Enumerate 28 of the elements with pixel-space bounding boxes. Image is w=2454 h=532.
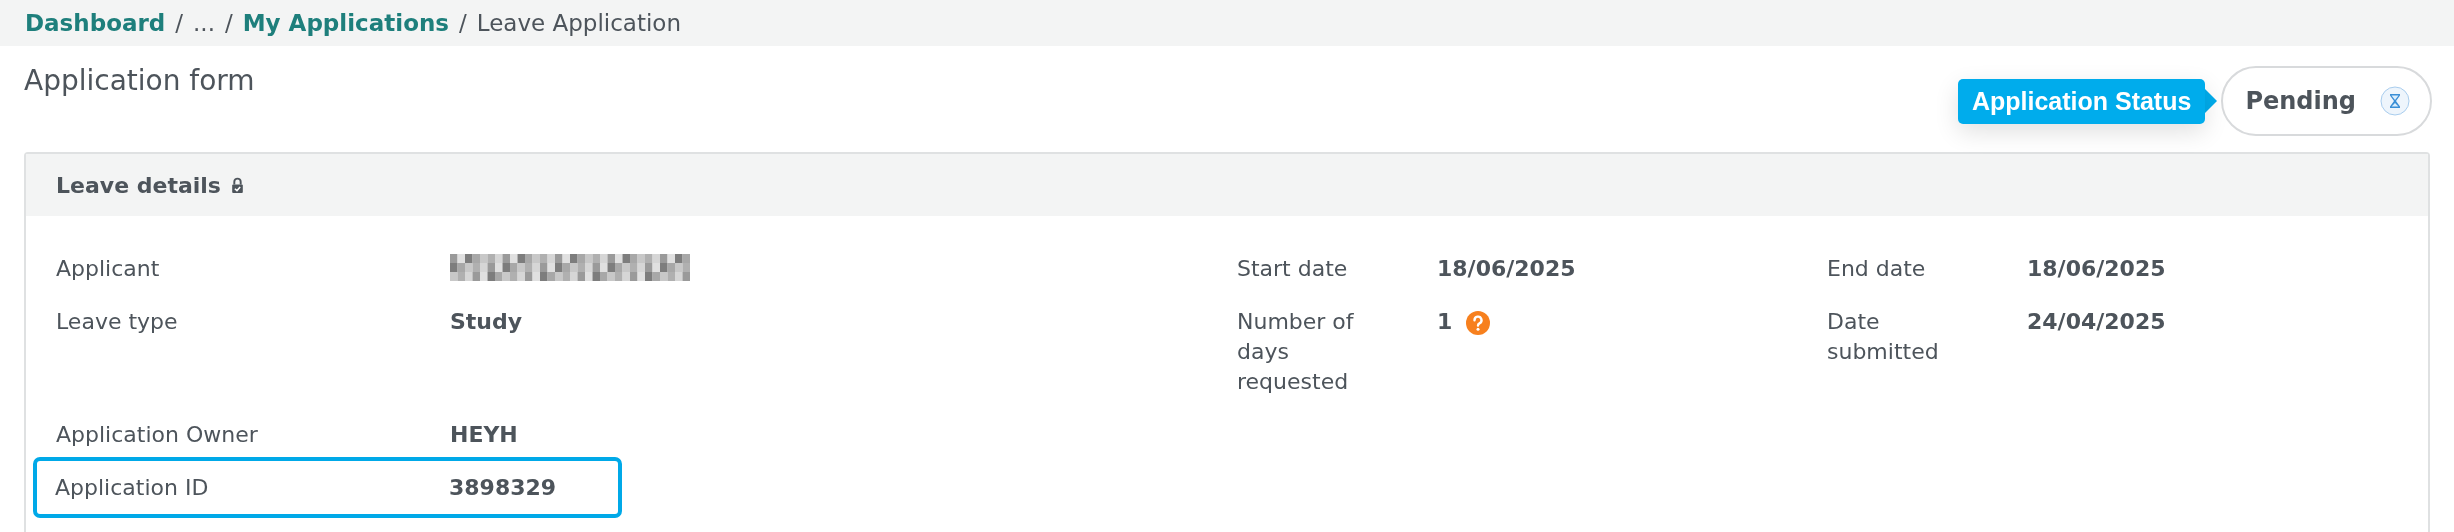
field-label: Start date: [1237, 255, 1349, 283]
field-value: 24/04/2025: [2027, 308, 2166, 336]
help-icon[interactable]: [1466, 311, 1491, 335]
breadcrumb-item: ...: [193, 10, 215, 36]
page-title: Application form: [24, 63, 255, 99]
breadcrumb-link[interactable]: Dashboard: [25, 10, 166, 36]
field-value: 1: [1437, 308, 1453, 336]
field-value: 3898329: [449, 474, 557, 502]
field-label: End date: [1827, 255, 1927, 283]
breadcrumb-link[interactable]: My Applications: [242, 10, 449, 36]
breadcrumb-separator: /: [224, 10, 233, 36]
field-label: Application ID: [55, 474, 210, 502]
field-value: HEYH: [450, 421, 518, 449]
hourglass-icon: [2380, 86, 2410, 116]
breadcrumb-separator: /: [459, 10, 467, 36]
card-title: Leave details: [56, 172, 221, 198]
field-label: Applicant: [56, 255, 161, 283]
breadcrumb-item: Leave Application: [476, 10, 681, 36]
field-label: Application Owner: [56, 421, 259, 449]
status-value: Pending: [2245, 87, 2356, 115]
field-value: 18/06/2025: [2027, 255, 2166, 283]
field-label: Leave type: [56, 308, 179, 336]
tooltip-pointer: [2205, 89, 2218, 113]
field-label: Date submitted: [1827, 308, 1940, 366]
field-value: 18/06/2025: [1437, 255, 1576, 283]
field-label: Number of days requested: [1237, 308, 1355, 396]
breadcrumb-separator: /: [175, 10, 184, 36]
field-value: Study: [450, 308, 523, 336]
